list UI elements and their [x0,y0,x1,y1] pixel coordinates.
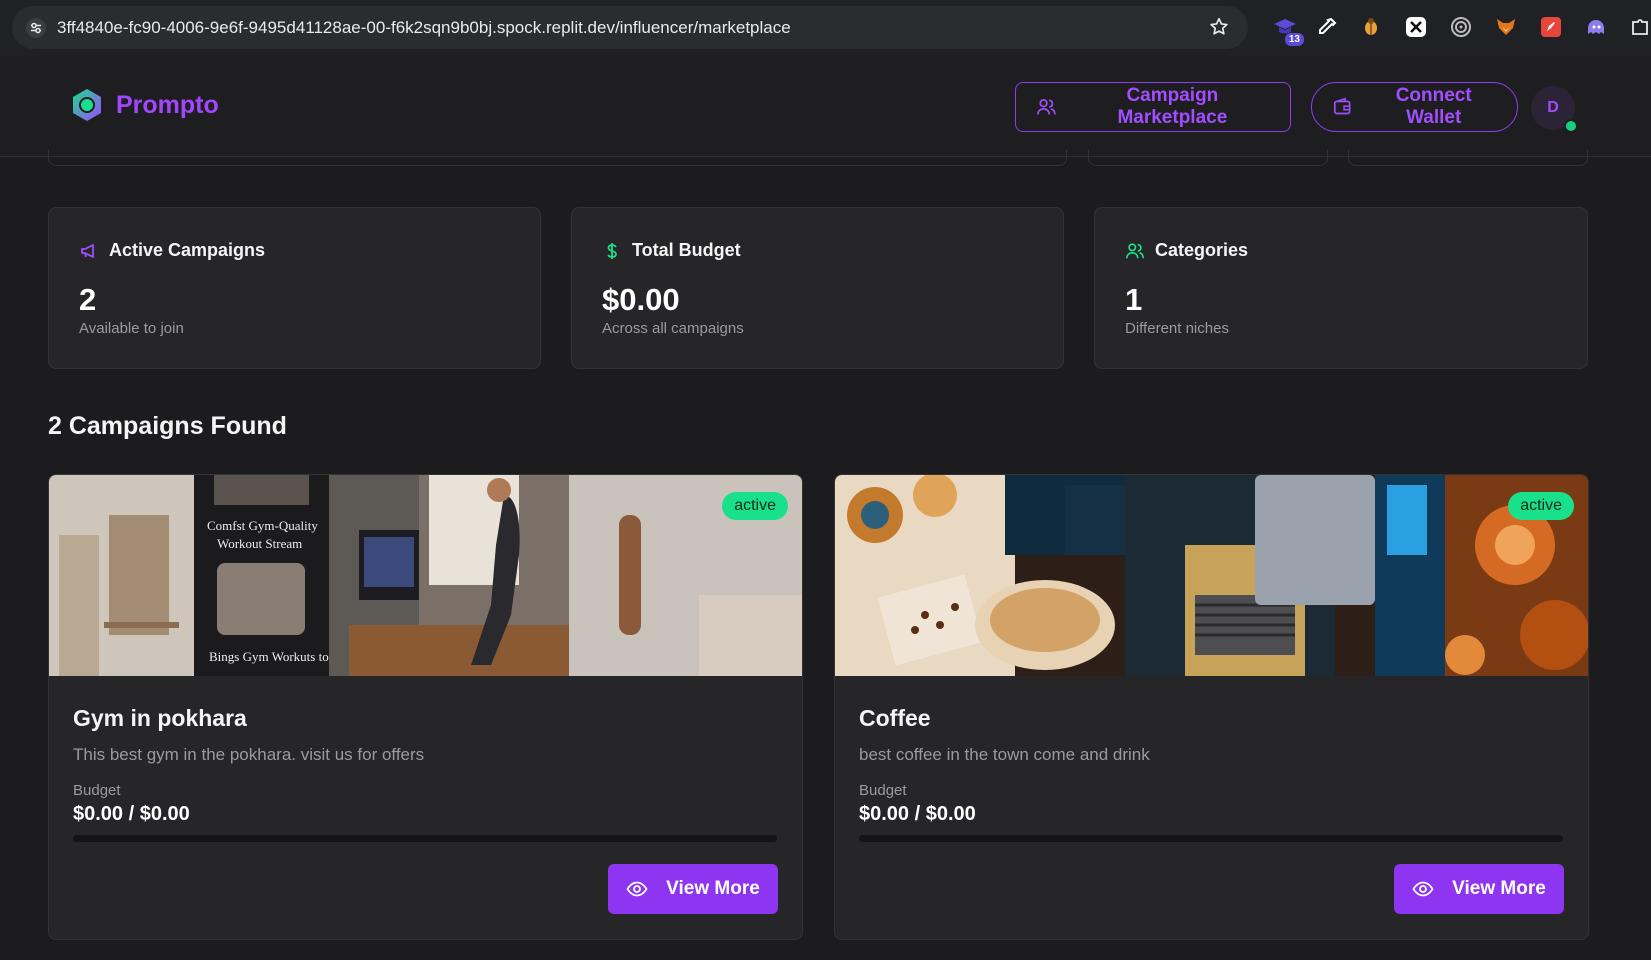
campaign-description: best coffee in the town come and drink [859,745,1150,764]
connect-wallet-button[interactable]: Connect Wallet [1311,82,1518,132]
campaign-title: Gym in pokhara [73,705,247,731]
status-badge: active [1508,492,1574,520]
campaign-card[interactable]: active Coffee best coffee in the town co… [834,474,1589,940]
online-status-dot [1564,119,1578,133]
target-icon[interactable] [1448,14,1474,40]
budget-value: $0.00 / $0.00 [73,803,190,825]
wallet-icon [1333,97,1351,115]
url-text[interactable]: 3ff4840e-fc90-4006-9e6f-9495d41128ae-00-… [57,18,791,38]
hexagon-logo-icon [73,89,101,121]
graduation-cap-icon[interactable]: 13 [1272,14,1304,46]
view-more-label: View More [666,878,760,899]
campaign-card[interactable]: Comfst Gym-Quality Workout Stream Bings … [48,474,803,940]
status-badge: active [722,492,788,520]
stat-value: $0.00 [602,282,680,317]
campaign-title: Coffee [859,705,931,731]
campaign-marketplace-label: Campaign Marketplace [1117,85,1228,128]
budget-progress-bar [73,835,777,842]
stat-subtitle: Available to join [79,320,184,337]
stat-card-total-budget: Total Budget $0.00 Across all campaigns [571,207,1064,369]
campaign-description: This best gym in the pokhara. visit us f… [73,745,425,764]
image-caption: Comfst Gym-Quality [207,518,318,533]
megaphone-icon [81,243,94,258]
stat-card-active-campaigns: Active Campaigns 2 Available to join [48,207,541,369]
view-more-button[interactable]: View More [608,864,778,914]
eye-icon [626,881,648,897]
budget-value: $0.00 / $0.00 [859,803,976,825]
bookmark-star-icon[interactable] [1208,16,1230,38]
users-icon [1126,242,1144,258]
image-caption: Bings Gym Workuts to [209,649,329,664]
view-more-button[interactable]: View More [1394,864,1564,914]
filter-select-remnant [1348,150,1588,166]
campaigns-count-heading: 2 Campaigns Found [48,412,287,440]
site-settings-icon[interactable] [26,18,46,38]
ghost-icon[interactable] [1583,14,1609,40]
stat-value: 1 [1125,282,1143,317]
stat-card-categories: Categories 1 Different niches [1094,207,1588,369]
address-bar[interactable]: 3ff4840e-fc90-4006-9e6f-9495d41128ae-00-… [12,6,1248,49]
campaign-image-gym: Comfst Gym-Quality Workout Stream Bings … [49,475,802,676]
connect-wallet-label: Connect Wallet [1395,85,1472,128]
filter-search-remnant [48,150,1067,166]
stat-title: Total Budget [632,240,741,260]
stat-value: 2 [79,282,97,317]
budget-label: Budget [73,782,121,799]
puzzle-icon[interactable] [1627,14,1651,40]
view-more-label: View More [1452,878,1546,899]
fox-icon[interactable] [1493,14,1519,40]
stat-subtitle: Across all campaigns [602,320,744,337]
campaign-marketplace-button[interactable]: Campaign Marketplace [1015,82,1291,132]
users-icon [1037,99,1056,115]
bug-icon[interactable] [1358,14,1384,40]
brand-name: Prompto [116,90,219,119]
campaign-image-coffee: active [835,475,1588,676]
extension-badge: 13 [1284,33,1304,46]
budget-progress-bar [859,835,1563,842]
budget-label: Budget [859,782,907,799]
x-icon[interactable] [1403,14,1429,40]
eyedropper-icon[interactable] [1314,14,1340,40]
brand-logo[interactable]: Prompto [70,88,219,122]
stat-title: Categories [1155,240,1249,260]
app-header: Prompto Campaign Marketplace Connect Wal… [0,56,1651,157]
stat-subtitle: Different niches [1125,320,1229,337]
dollar-icon [607,242,617,259]
stat-title: Active Campaigns [109,240,266,260]
image-caption: Workout Stream [217,536,302,551]
rocket-icon[interactable] [1538,14,1564,40]
eye-icon [1412,881,1434,897]
browser-toolbar: 3ff4840e-fc90-4006-9e6f-9495d41128ae-00-… [0,0,1651,56]
filter-select-remnant [1088,150,1328,166]
